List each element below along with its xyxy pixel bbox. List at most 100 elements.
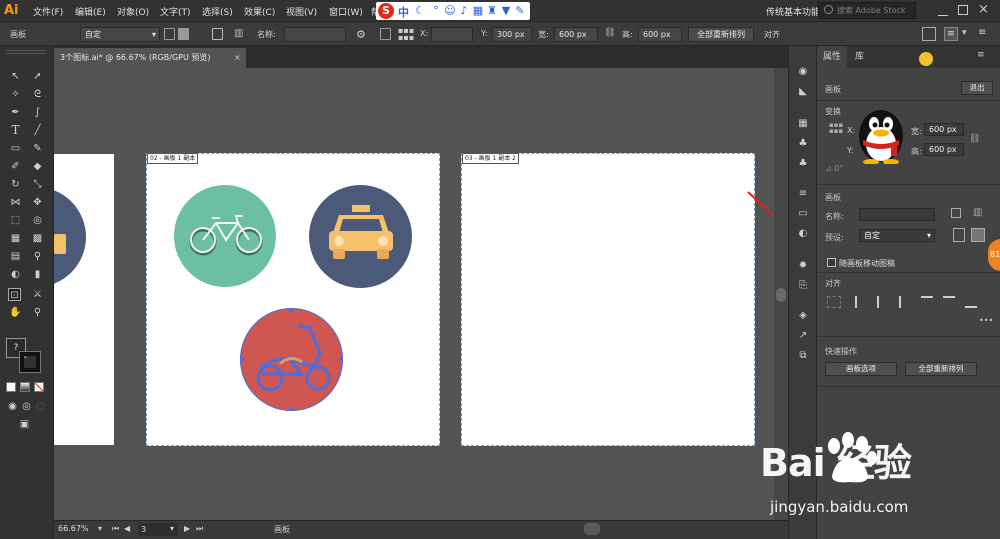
artboard-tool-icon[interactable]: ⊡ [8, 288, 21, 301]
menu-type[interactable]: 文字(T) [160, 5, 191, 18]
selection-tool-icon[interactable]: ↖ [9, 70, 22, 83]
trash-icon[interactable]: ▥ [973, 207, 982, 218]
landscape-icon[interactable] [971, 228, 985, 242]
landscape-icon[interactable] [178, 28, 189, 40]
graph-tool-icon[interactable]: ▮ [31, 268, 44, 281]
document-tab[interactable]: 3个图标.ai* @ 66.67% (RGB/GPU 预览) × [54, 48, 246, 68]
horizontal-scroll-thumb[interactable] [584, 523, 600, 535]
panel-menu-icon[interactable]: ≡ [977, 50, 985, 60]
perspective-grid-icon[interactable]: ▦ [9, 232, 22, 245]
prev-artboard-icon[interactable]: ◀ [124, 524, 130, 533]
draw-normal-icon[interactable]: ◉ [6, 400, 19, 413]
shape-builder-icon[interactable]: ◎ [31, 214, 44, 227]
ime-toolbar[interactable]: S 中 ☾ ° ☺ ♪ ▦ ♜ ▼ ✎ [376, 2, 530, 20]
keyboard-icon[interactable]: ▦ [472, 5, 484, 17]
artboard-02[interactable]: 02 - 画板 1 副本 [146, 153, 440, 446]
appearance-icon[interactable]: ◐ [796, 228, 810, 240]
align-label[interactable]: 对齐 [764, 29, 780, 40]
more-options-icon[interactable]: ••• [979, 316, 993, 325]
lasso-icon[interactable]: ᘓ [31, 88, 44, 101]
pen-tool-icon[interactable]: ✒ [9, 106, 22, 119]
move-with-artboard-checkbox[interactable] [827, 258, 836, 267]
color-mode-icon[interactable] [6, 382, 16, 392]
align-left-icon[interactable] [855, 296, 867, 308]
zoom-tool-icon[interactable]: ⚲ [31, 306, 44, 319]
stroke-swatch[interactable] [19, 351, 41, 373]
align-to-icon[interactable] [827, 296, 841, 308]
line-tool-icon[interactable]: ╱ [31, 124, 44, 137]
tab-libraries[interactable]: 库 [849, 46, 870, 68]
panel-toggle-icon[interactable] [922, 27, 936, 41]
menu-view[interactable]: 视图(V) [286, 5, 317, 18]
artboard-03[interactable]: 03 - 画板 1 副本 2 [461, 153, 755, 446]
moon-icon[interactable]: ☾ [414, 5, 426, 17]
stroke-panel-icon[interactable]: ≡ [796, 188, 810, 200]
slice-tool-icon[interactable]: ⚔ [31, 288, 44, 301]
minimize-icon[interactable] [938, 6, 948, 16]
magic-wand-icon[interactable]: ✧ [9, 88, 22, 101]
portrait-icon[interactable] [953, 228, 965, 242]
height-field[interactable]: 600 px [924, 143, 964, 156]
screen-mode-icon[interactable]: ▣ [18, 418, 31, 431]
width-tool-icon[interactable]: ⋈ [9, 196, 22, 209]
shaper-tool-icon[interactable]: ✐ [9, 160, 22, 173]
first-artboard-icon[interactable]: ⏮ [112, 524, 119, 534]
gradient-panel-icon[interactable]: ◣ [796, 86, 810, 98]
none-mode-icon[interactable] [34, 382, 44, 392]
menu-file[interactable]: 文件(F) [33, 5, 63, 18]
asset-export-icon[interactable]: ⎘ [796, 280, 810, 292]
portrait-icon[interactable] [164, 28, 175, 40]
menu-window[interactable]: 窗口(W) [329, 5, 363, 18]
exit-button[interactable]: 退出 [961, 81, 993, 95]
mesh-tool-icon[interactable]: ▩ [31, 232, 44, 245]
align-hcenter-icon[interactable] [877, 296, 889, 308]
preset-select[interactable]: 自定 ▾ [859, 229, 935, 242]
close-icon[interactable]: × [978, 2, 989, 17]
link-icon[interactable]: ⛓ [969, 134, 980, 144]
puppet-warp-icon[interactable]: ✥ [31, 196, 44, 209]
eyedropper-icon[interactable]: ⚲ [31, 250, 44, 263]
artboard-name-field[interactable] [284, 27, 346, 42]
reference-grid-icon[interactable]: ▪▪▪ ▪▪▪ [829, 122, 843, 135]
artboards-panel-icon[interactable]: ⧉ [796, 350, 810, 362]
transparency-icon[interactable]: ▭ [796, 208, 810, 220]
link-icon[interactable]: ⛓ [604, 28, 615, 38]
symbols-icon[interactable]: ♣ [796, 158, 810, 170]
chevron-down-icon[interactable]: ▾ [962, 28, 967, 38]
scroll-thumb[interactable] [776, 288, 786, 302]
move-with-artwork-icon[interactable]: ⚙ [356, 28, 366, 41]
hand-tool-icon[interactable]: ✋ [9, 306, 22, 319]
reference-grid-icon[interactable]: ▪▪▪ ▪▪▪ [398, 27, 414, 42]
align-vcenter-icon[interactable] [943, 296, 955, 308]
width-field[interactable]: 600 px [924, 123, 964, 136]
new-artboard-icon[interactable] [951, 208, 961, 218]
shirt-icon[interactable]: ♜ [486, 5, 498, 17]
paintbrush-icon[interactable]: ✎ [31, 142, 44, 155]
menu-object[interactable]: 对象(O) [117, 5, 149, 18]
artboard-partial[interactable] [54, 154, 114, 445]
mic-icon[interactable]: ♪ [458, 5, 470, 17]
gradient-mode-icon[interactable] [20, 382, 30, 392]
x-field[interactable] [431, 27, 473, 42]
ime-mode[interactable]: 中 [398, 4, 409, 20]
draw-behind-icon[interactable]: ◎ [20, 400, 33, 413]
align-right-icon[interactable] [899, 296, 911, 308]
wrench-icon[interactable]: ✎ [514, 5, 526, 17]
width-field[interactable]: 600 px [554, 27, 598, 42]
new-artboard-icon[interactable] [212, 28, 223, 40]
menu-effect[interactable]: 效果(C) [244, 5, 275, 18]
export-icon[interactable]: ↗ [796, 330, 810, 342]
artboard-name-field[interactable] [859, 208, 935, 221]
chevron-down-icon[interactable]: ▾ [170, 524, 174, 533]
graphic-styles-icon[interactable]: ✹ [796, 260, 810, 272]
close-tab-icon[interactable]: × [234, 48, 241, 68]
zoom-dropdown-icon[interactable]: ▾ [98, 524, 102, 533]
preset-select[interactable]: 自定 ▾ [80, 27, 160, 42]
punctuation-icon[interactable]: ° [430, 5, 442, 17]
draw-inside-icon[interactable]: ◌ [34, 400, 47, 413]
maximize-icon[interactable] [958, 5, 968, 15]
gradient-tool-icon[interactable]: ▤ [9, 250, 22, 263]
shirt-icon[interactable]: ▼ [500, 5, 512, 17]
menu-edit[interactable]: 编辑(E) [75, 5, 106, 18]
reference-point-icon[interactable] [380, 28, 391, 40]
